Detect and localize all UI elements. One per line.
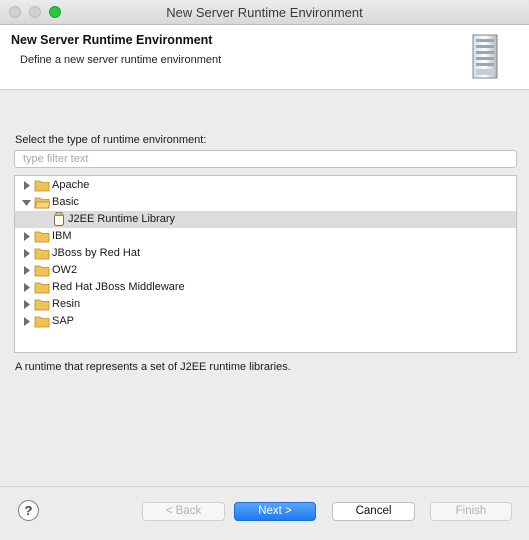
folder-icon bbox=[34, 265, 50, 277]
chevron-down-icon[interactable] bbox=[22, 198, 31, 207]
folder-icon bbox=[34, 180, 50, 192]
wizard-banner: New Server Runtime Environment Define a … bbox=[0, 25, 529, 90]
finish-button[interactable]: Finish bbox=[430, 502, 512, 521]
banner-title: New Server Runtime Environment bbox=[11, 33, 213, 47]
library-icon bbox=[54, 212, 64, 226]
tree-item-category[interactable]: Apache bbox=[15, 177, 516, 194]
tree-item-runtime[interactable]: J2EE Runtime Library bbox=[15, 211, 516, 228]
folder-icon bbox=[34, 248, 50, 260]
tree-item-label: OW2 bbox=[52, 264, 78, 276]
chevron-right-icon[interactable] bbox=[22, 181, 31, 190]
chevron-right-icon[interactable] bbox=[22, 249, 31, 258]
back-button[interactable]: < Back bbox=[142, 502, 225, 521]
runtime-type-label: Select the type of runtime environment: bbox=[15, 134, 207, 146]
tree-item-label: Basic bbox=[52, 196, 79, 208]
banner-description: Define a new server runtime environment bbox=[20, 54, 222, 66]
folder-icon bbox=[34, 299, 50, 311]
tree-item-category[interactable]: IBM bbox=[15, 228, 516, 245]
tree-item-label: IBM bbox=[52, 230, 72, 242]
server-icon bbox=[472, 34, 498, 79]
dialog-window: New Server Runtime Environment New Serve… bbox=[0, 0, 529, 540]
tree-item-label: Apache bbox=[52, 179, 90, 191]
window-title: New Server Runtime Environment bbox=[166, 5, 363, 20]
chevron-right-icon[interactable] bbox=[22, 300, 31, 309]
cancel-button[interactable]: Cancel bbox=[332, 502, 415, 521]
chevron-right-icon[interactable] bbox=[22, 266, 31, 275]
chevron-right-icon[interactable] bbox=[22, 317, 31, 326]
tree-item-label: SAP bbox=[52, 315, 75, 327]
footer-divider bbox=[0, 486, 529, 487]
tree-item-category[interactable]: OW2 bbox=[15, 262, 516, 279]
runtime-description: A runtime that represents a set of J2EE … bbox=[15, 361, 291, 373]
tree-item-category[interactable]: JBoss by Red Hat bbox=[15, 245, 516, 262]
tree-item-label: Red Hat JBoss Middleware bbox=[52, 281, 185, 293]
filter-input[interactable] bbox=[14, 150, 517, 168]
tree-item-label: JBoss by Red Hat bbox=[52, 247, 141, 259]
chevron-right-icon[interactable] bbox=[22, 283, 31, 292]
tree-item-category[interactable]: Basic bbox=[15, 194, 516, 211]
tree-item-category[interactable]: Red Hat JBoss Middleware bbox=[15, 279, 516, 296]
folder-open-icon bbox=[34, 197, 50, 209]
help-button[interactable]: ? bbox=[18, 500, 39, 521]
folder-icon bbox=[34, 282, 50, 294]
tree-item-category[interactable]: Resin bbox=[15, 296, 516, 313]
runtime-type-tree[interactable]: Apache Basic J2EE Runtime Library IBM JBoss … bbox=[14, 175, 517, 353]
next-button[interactable]: Next > bbox=[234, 502, 316, 521]
chevron-right-icon[interactable] bbox=[22, 232, 31, 241]
folder-icon bbox=[34, 231, 50, 243]
folder-icon bbox=[34, 316, 50, 328]
tree-item-label: Resin bbox=[52, 298, 81, 310]
tree-item-category[interactable]: SAP bbox=[15, 313, 516, 330]
tree-item-label: J2EE Runtime Library bbox=[68, 213, 175, 225]
title-bar[interactable]: New Server Runtime Environment bbox=[0, 0, 529, 25]
